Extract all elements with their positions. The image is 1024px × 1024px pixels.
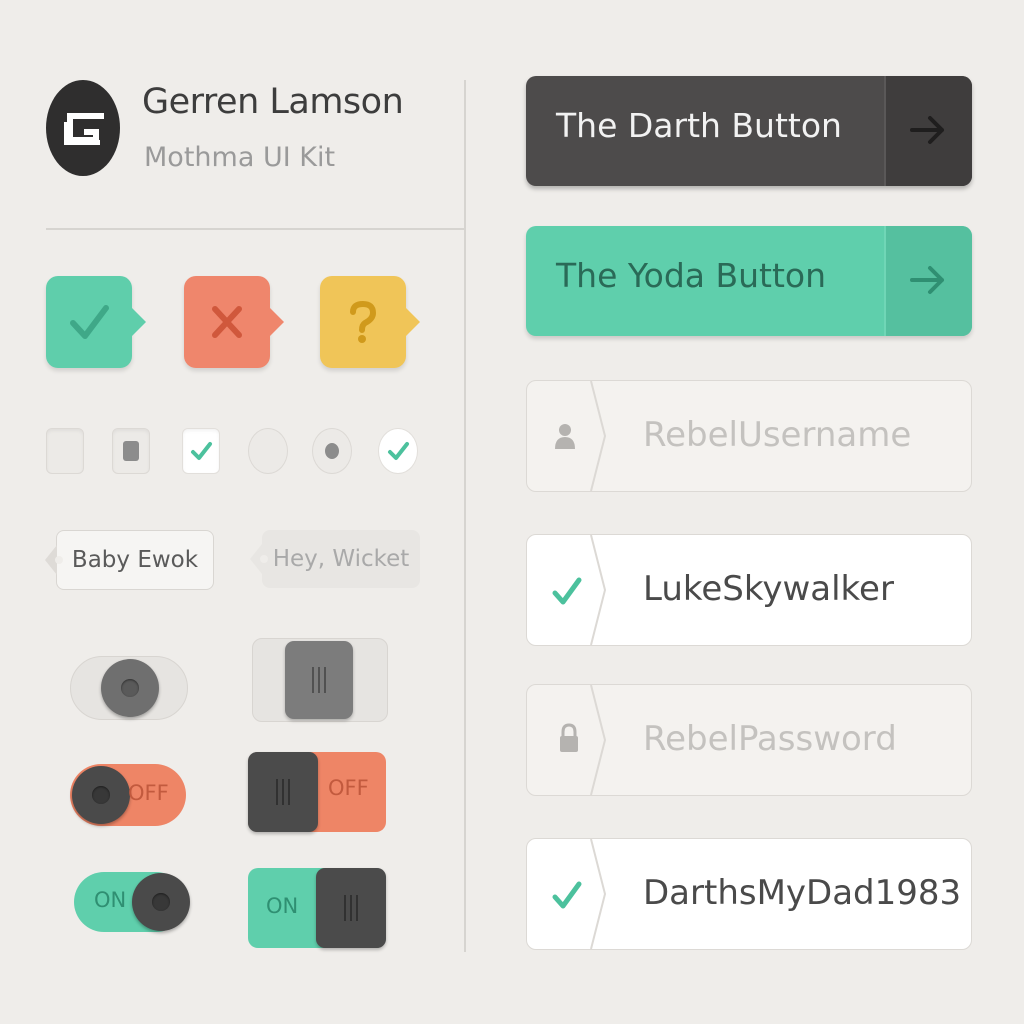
toggle-handle — [285, 641, 353, 719]
toggle-knob — [132, 873, 190, 931]
yoda-button-label: The Yoda Button — [556, 256, 827, 295]
toggle-knob — [101, 659, 159, 717]
field-icon-cell — [527, 381, 607, 491]
toggle-square-off[interactable]: OFF — [248, 752, 386, 832]
password-field[interactable]: RebelPassword — [526, 684, 972, 796]
toggle-on-label: ON — [94, 888, 127, 912]
kit-name: Mothma UI Kit — [144, 142, 336, 173]
column-divider — [464, 80, 466, 952]
luke-value: LukeSkywalker — [643, 569, 894, 609]
toggle-round-disabled[interactable] — [70, 656, 188, 720]
tag-label: Baby Ewok — [71, 547, 199, 573]
field-icon-cell — [527, 839, 607, 949]
darth-button[interactable]: The Darth Button — [526, 76, 972, 186]
header-divider — [46, 228, 464, 230]
check-icon — [191, 442, 212, 460]
darth-button-label: The Darth Button — [556, 106, 842, 145]
toggle-round-off[interactable]: OFF — [70, 764, 186, 826]
tag-hole — [55, 556, 63, 564]
toggle-off-label: OFF — [128, 781, 169, 805]
toggle-round-on[interactable]: ON — [74, 872, 190, 932]
field-icon-cell — [527, 535, 607, 645]
username-placeholder: RebelUsername — [643, 415, 912, 455]
x-icon — [212, 306, 242, 338]
password-placeholder: RebelPassword — [643, 719, 897, 759]
toggle-handle — [316, 868, 386, 948]
radio-partial[interactable] — [312, 428, 352, 474]
user-icon — [555, 381, 607, 491]
check-icon — [552, 839, 607, 949]
g-monogram-logo — [46, 80, 120, 176]
tag-label: Hey, Wicket — [272, 546, 410, 572]
success-badge[interactable] — [46, 276, 146, 368]
toggle-square-disabled[interactable] — [252, 638, 388, 722]
field-icon-cell — [527, 685, 607, 795]
tag-baby-ewok[interactable]: Baby Ewok — [45, 530, 214, 590]
grip-icon — [312, 667, 326, 693]
tag-hey-wicket[interactable]: Hey, Wicket — [250, 530, 420, 588]
grip-icon — [344, 895, 358, 921]
error-badge[interactable] — [184, 276, 284, 368]
radio-checked[interactable] — [378, 428, 418, 474]
darth-value: DarthsMyDad1983 — [643, 873, 962, 913]
checkbox-checked[interactable] — [182, 428, 220, 474]
checkbox-partial[interactable] — [112, 428, 150, 474]
g-letter-icon — [64, 113, 104, 145]
radio-fill — [325, 443, 339, 459]
darth-field[interactable]: DarthsMyDad1983 — [526, 838, 972, 950]
lock-icon — [560, 685, 607, 795]
checkbox-fill — [123, 441, 139, 461]
check-icon — [552, 535, 607, 645]
toggle-on-label: ON — [266, 894, 299, 918]
checkbox-unchecked[interactable] — [46, 428, 84, 474]
question-icon — [350, 300, 377, 343]
radio-unchecked[interactable] — [248, 428, 288, 474]
username-field[interactable]: RebelUsername — [526, 380, 972, 492]
yoda-button[interactable]: The Yoda Button — [526, 226, 972, 336]
toggle-square-on[interactable]: ON — [248, 868, 386, 948]
check-icon — [388, 442, 409, 460]
question-badge[interactable] — [320, 276, 420, 368]
grip-icon — [276, 779, 290, 805]
toggle-handle — [248, 752, 318, 832]
author-name: Gerren Lamson — [142, 82, 404, 122]
yoda-button-arrow-zone[interactable] — [884, 226, 972, 336]
toggle-knob — [72, 766, 130, 824]
tag-hole — [260, 555, 268, 563]
luke-field[interactable]: LukeSkywalker — [526, 534, 972, 646]
arrow-right-icon — [910, 266, 944, 294]
toggle-off-label: OFF — [328, 776, 369, 800]
check-icon — [70, 305, 109, 339]
arrow-right-icon — [910, 116, 944, 144]
darth-button-arrow-zone[interactable] — [884, 76, 972, 186]
